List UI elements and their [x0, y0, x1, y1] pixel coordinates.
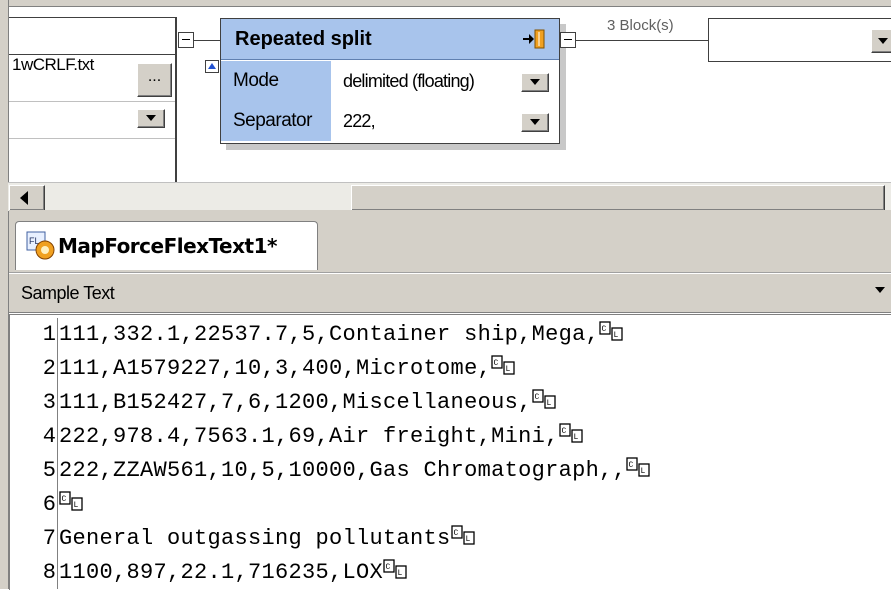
split-header[interactable]: Repeated split — [221, 19, 559, 60]
sample-text-title: Sample Text — [21, 283, 115, 303]
line-text: 111,332.1,22537.7,5,Container ship,Mega,… — [59, 318, 625, 352]
line-text: 111,A1579227,10,3,400,Microtome, C L — [59, 352, 517, 386]
split-output-connector[interactable] — [560, 32, 576, 48]
sample-line[interactable]: 7 General outgassing pollutants C L — [9, 522, 891, 556]
split-mode-row: Mode delimited (floating) — [221, 61, 559, 101]
mode-value: delimited (floating) — [343, 71, 475, 91]
svg-text:C: C — [62, 495, 67, 504]
flextext-icon: FL — [26, 231, 55, 260]
crlf-icon: CL — [558, 422, 585, 446]
sample-line[interactable]: 3 111,B152427,7,6,1200,Miscellaneous, C L — [9, 386, 891, 420]
line-content: General outgassing pollutants — [59, 526, 451, 551]
source-output-connector[interactable] — [178, 32, 194, 48]
line-text: 222,ZZAW561,10,5,10000,Gas Chromatograph… — [59, 454, 652, 488]
line-content: 111,B152427,7,6,1200,Miscellaneous, — [59, 390, 532, 415]
separator-value: 222, — [343, 111, 376, 131]
line-number: 5 — [42, 458, 56, 483]
svg-text:C: C — [534, 393, 539, 402]
scrollbar-thumb[interactable] — [351, 185, 885, 211]
source-header-row — [9, 18, 175, 55]
target-dropdown-button[interactable] — [871, 29, 891, 53]
line-number: 1 — [42, 322, 56, 347]
svg-text:C: C — [602, 325, 607, 334]
left-frame — [0, 0, 9, 589]
panel-dropdown-icon[interactable] — [875, 287, 885, 293]
svg-text:L: L — [398, 569, 403, 578]
svg-text:C: C — [561, 427, 566, 436]
source-file-name: 1wCRLF.txt — [12, 55, 94, 74]
svg-text:C: C — [494, 359, 499, 368]
browse-button[interactable]: ... — [137, 63, 172, 97]
svg-text:L: L — [465, 535, 470, 544]
separator-label: Separator — [221, 101, 331, 141]
svg-text:C: C — [629, 461, 634, 470]
sample-line[interactable]: 6CL — [9, 488, 891, 522]
source-component[interactable] — [9, 17, 177, 183]
svg-text:L: L — [506, 365, 511, 374]
tab-label: MapForceFlexText1* — [58, 234, 277, 258]
sample-line[interactable]: 5 222,ZZAW561,10,5,10000,Gas Chromatograp… — [9, 454, 891, 488]
crlf-icon: CL — [383, 558, 409, 582]
separator-dropdown-button[interactable] — [521, 113, 549, 132]
svg-text:C: C — [453, 529, 458, 538]
mode-dropdown-button[interactable] — [521, 73, 549, 92]
crlf-icon: CL — [491, 354, 517, 378]
connection-line — [194, 40, 220, 41]
split-title: Repeated split — [235, 28, 372, 50]
scroll-left-arrow-icon[interactable] — [9, 185, 45, 211]
svg-text:L: L — [641, 467, 646, 476]
split-separator-row: Separator 222, — [221, 101, 559, 141]
line-content: 111,332.1,22537.7,5,Container ship,Mega, — [59, 322, 600, 347]
horizontal-scrollbar[interactable] — [8, 182, 891, 211]
svg-text:C: C — [386, 563, 391, 572]
svg-text:L: L — [546, 399, 551, 408]
tab-mapforceflextext1[interactable]: FL MapForceFlexText1* — [15, 221, 318, 270]
line-content: 222,ZZAW561,10,5,10000,Gas Chromatograph… — [59, 458, 627, 483]
repeated-split-component[interactable]: Repeated split Mode delimited (floating)… — [220, 18, 560, 144]
sample-line[interactable]: 1 111,332.1,22537.7,5,Container ship,Mega… — [9, 318, 891, 352]
sample-line[interactable]: 8 1100,897,22.1,716235,LOX C L — [9, 556, 891, 590]
output-connection-line — [576, 40, 708, 41]
line-content: 1100,897,22.1,716235,LOX — [59, 560, 384, 585]
line-number: 2 — [42, 356, 56, 381]
target-component[interactable] — [708, 18, 891, 62]
collapse-icon[interactable] — [205, 60, 219, 73]
line-text: 111,B152427,7,6,1200,Miscellaneous, C L — [59, 386, 558, 420]
svg-text:L: L — [74, 501, 79, 510]
block-count-label: 3 Block(s) — [607, 17, 674, 34]
tab-strip: FL MapForceFlexText1* — [9, 210, 891, 273]
line-number: 7 — [42, 526, 56, 551]
line-text: General outgassing pollutants C L — [59, 522, 477, 556]
crlf-icon: CL — [531, 388, 558, 412]
line-number: 6 — [42, 492, 56, 517]
top-frame — [0, 0, 891, 7]
sample-line[interactable]: 2 111,A1579227,10,3,400,Microtome, C L — [9, 352, 891, 386]
line-number: 4 — [42, 424, 56, 449]
split-icon — [523, 29, 545, 49]
line-number: 8 — [42, 560, 56, 585]
line-text: CL — [59, 488, 85, 522]
line-content: 111,A1579227,10,3,400,Microtome, — [59, 356, 492, 381]
line-text: 222,978.4,7563.1,69,Air freight,Mini, C L — [59, 420, 585, 454]
crlf-icon: CL — [450, 524, 477, 548]
sample-text-header: Sample Text — [9, 273, 891, 313]
line-content: 222,978.4,7563.1,69,Air freight,Mini, — [59, 424, 559, 449]
source-empty-row — [9, 138, 175, 174]
svg-text:L: L — [614, 331, 619, 340]
svg-text:L: L — [573, 433, 578, 442]
line-number: 3 — [42, 390, 56, 415]
mode-label: Mode — [221, 61, 331, 101]
source-dropdown-button[interactable] — [137, 109, 165, 128]
crlf-icon: CL — [59, 490, 85, 514]
crlf-icon: CL — [599, 320, 625, 344]
sample-line[interactable]: 4 222,978.4,7563.1,69,Air freight,Mini, C L — [9, 420, 891, 454]
crlf-icon: CL — [626, 456, 652, 480]
line-text: 1100,897,22.1,716235,LOX C L — [59, 556, 409, 590]
